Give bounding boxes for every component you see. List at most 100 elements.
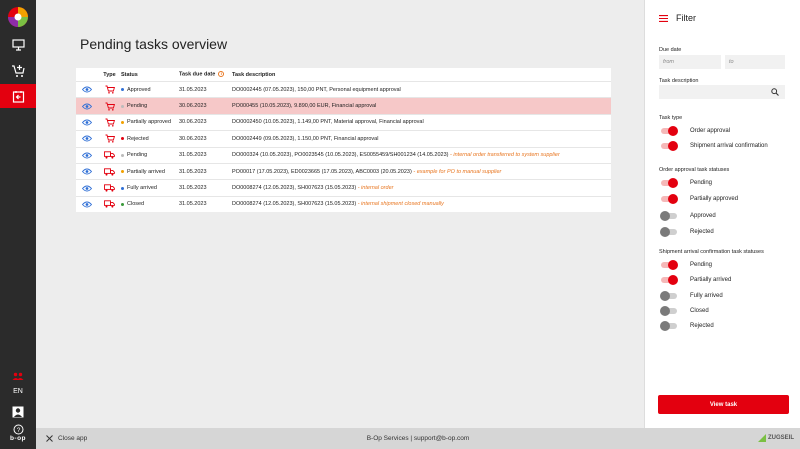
status-dot (121, 104, 124, 108)
toggle-switch[interactable] (660, 321, 677, 332)
status-cell: Rejected (121, 136, 179, 142)
toggle-switch[interactable] (661, 141, 678, 151)
due-date-cell: 30.06.2023 (179, 103, 207, 110)
nav-shop[interactable] (0, 59, 36, 83)
view-eye-icon[interactable] (76, 119, 98, 126)
view-task-button[interactable]: View task (658, 395, 789, 414)
search-icon[interactable] (771, 88, 779, 96)
toggle-label: Rejected (690, 228, 714, 235)
status-cell: Pending (121, 152, 179, 158)
filter-toggle-row[interactable]: Shipment arrival confirmation (661, 141, 768, 151)
filter-toggle-row[interactable]: Rejected (660, 321, 714, 332)
filter-toggle-row[interactable]: Pending (661, 260, 713, 270)
cart-icon (98, 102, 121, 111)
view-eye-icon[interactable] (76, 168, 98, 175)
status-cell: Approved (121, 87, 179, 93)
view-eye-icon[interactable] (76, 152, 98, 159)
status-dot (121, 88, 124, 92)
task-type-label: Task type (659, 115, 683, 121)
nav-users[interactable] (0, 365, 36, 389)
toggle-switch[interactable] (660, 210, 677, 221)
filter-toggle-row[interactable]: Approved (660, 210, 716, 221)
due-date-cell: 30.06.2023 (179, 135, 207, 142)
view-eye-icon[interactable] (76, 201, 98, 208)
status-dot (121, 153, 124, 157)
due-date-to-input[interactable]: to (725, 55, 785, 69)
svg-text:?: ? (16, 426, 20, 433)
toggle-switch[interactable] (661, 178, 678, 188)
help-icon: ? (13, 424, 23, 434)
table-row[interactable]: Pending 30.06.2023 PO000455 (10.05.2023), … (76, 97, 611, 114)
due-date-cell: 31.05.2023 (179, 185, 207, 192)
table-row[interactable]: Fully arrived 31.05.2023 DO0008274 (12.05.… (76, 179, 611, 196)
filter-toggle-row[interactable]: Partially arrived (661, 275, 732, 286)
page-title: Pending tasks overview (80, 36, 228, 52)
nav-dashboard[interactable] (0, 33, 36, 57)
table-row[interactable]: Approved 31.05.2023 DO0002445 (07.05.2023)… (76, 81, 611, 98)
due-date-cell: 31.05.2023 (179, 168, 207, 175)
description-cell: DO0002445 (07.05.2023), 150,00 PNT, Pers… (232, 86, 401, 93)
toggle-label: Fully arrived (690, 292, 723, 299)
status-cell: Pending (121, 103, 179, 109)
due-date-label: Due date (659, 47, 682, 53)
table-row[interactable]: Pending 31.05.2023 DO000324 (10.05.2023), … (76, 146, 611, 163)
toggle-switch[interactable] (660, 290, 677, 301)
row-note: - example for PO to manual supplier (413, 168, 502, 175)
toggle-label: Approved (690, 212, 716, 219)
nav-tasks[interactable] (0, 84, 36, 108)
menu-icon[interactable] (659, 14, 668, 22)
status-label: Fully arrived (127, 185, 157, 192)
table-row[interactable]: Closed 31.05.2023 DO0008274 (12.05.2023), … (76, 195, 611, 213)
filter-toggle-row[interactable]: Closed (660, 305, 709, 316)
filter-toggle-row[interactable]: Pending (661, 178, 713, 188)
view-eye-icon[interactable] (76, 185, 98, 192)
status-label: Partially approved (127, 119, 172, 126)
cart-icon (98, 118, 121, 127)
status-label: Closed (127, 201, 145, 208)
truck-icon (98, 151, 121, 159)
order-status-label: Order approval task statuses (659, 167, 730, 173)
table-row[interactable]: Partially arrived 31.05.2023 PO00017 (17.0… (76, 162, 611, 180)
toggle-switch[interactable] (661, 260, 678, 270)
description-input[interactable] (659, 85, 785, 99)
footer-services: B-Op Services | support@b-op.com (366, 435, 470, 442)
language-switch[interactable]: EN (0, 388, 36, 395)
toggle-label: Partially arrived (690, 277, 732, 284)
monitor-icon (11, 39, 25, 51)
users-icon (12, 372, 24, 380)
app-logo-icon (8, 7, 28, 27)
table-row[interactable]: Rejected 30.06.2023 DO0002449 (09.05.2023)… (76, 130, 611, 147)
status-label: Approved (127, 86, 151, 93)
due-date-from-input[interactable]: from (659, 55, 721, 69)
cart-add-icon (12, 65, 25, 77)
status-dot (121, 170, 124, 174)
toggle-label: Pending (690, 262, 713, 268)
status-label: Rejected (127, 135, 149, 142)
toggle-switch[interactable] (661, 275, 678, 286)
toggle-switch[interactable] (660, 226, 677, 237)
status-label: Pending (127, 103, 148, 110)
view-eye-icon[interactable] (76, 86, 98, 93)
col-due-date[interactable]: Task due date i (179, 71, 232, 78)
col-type: Type (103, 71, 116, 78)
filter-toggle-row[interactable]: Order approval (661, 126, 730, 136)
table-row[interactable]: Partially approved 30.06.2023 DO0002450 (1… (76, 113, 611, 131)
toggle-switch[interactable] (661, 126, 678, 136)
status-dot (121, 202, 124, 206)
toggle-label: Closed (690, 307, 709, 314)
toggle-switch[interactable] (660, 305, 677, 316)
view-eye-icon[interactable] (76, 135, 98, 142)
left-rail: EN ? b-op (0, 0, 36, 449)
filter-toggle-row[interactable]: Rejected (660, 226, 714, 237)
description-cell: PO000455 (10.05.2023), 9.890,00 EUR, Fin… (232, 103, 377, 110)
view-eye-icon[interactable] (76, 103, 98, 110)
toggle-label: Partially approved (690, 196, 739, 203)
toggle-label: Rejected (690, 323, 714, 330)
filter-toggle-row[interactable]: Partially approved (661, 194, 739, 205)
status-cell: Closed (121, 201, 179, 207)
status-cell: Partially arrived (121, 169, 179, 175)
main-content: Pending tasks overview Type Status Task … (36, 0, 644, 428)
toggle-switch[interactable] (661, 194, 678, 205)
filter-toggle-row[interactable]: Fully arrived (660, 290, 723, 301)
toggle-label: Pending (690, 180, 713, 186)
